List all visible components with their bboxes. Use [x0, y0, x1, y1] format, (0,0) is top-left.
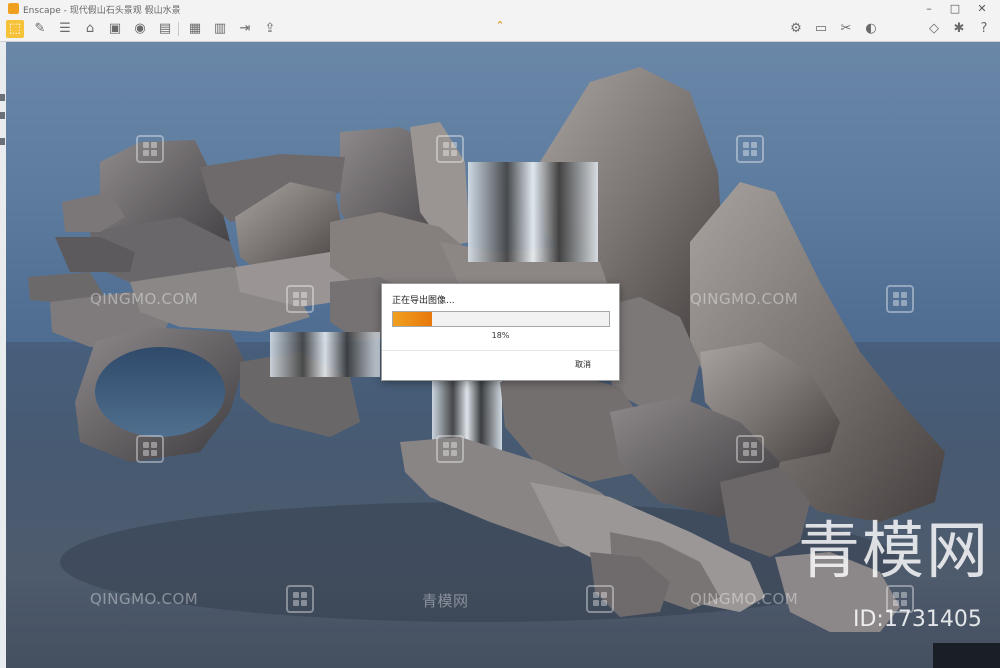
clip-icon[interactable]: ✂ [837, 20, 855, 38]
watermark-site: QINGMO.COM [690, 590, 799, 608]
select-icon[interactable]: ⬚ [6, 20, 24, 38]
watermark-icon [136, 135, 164, 163]
enscape-window: Enscape - 现代假山石头景观 假山水景 – □ ✕ ⬚ ✎ ☰ ⌂ ▣ … [0, 0, 1000, 668]
view-icon[interactable]: ◐ [862, 20, 880, 38]
progress-percent: 18% [491, 331, 510, 340]
taskbar-corner [933, 643, 1000, 668]
watermark-icon [886, 285, 914, 313]
gamepad-icon[interactable]: ⌂ [81, 20, 99, 38]
left-edge-panel [0, 42, 6, 668]
collapse-chevron-icon[interactable]: ⌃ [493, 19, 507, 33]
watermark-icon [286, 585, 314, 613]
minimize-button[interactable]: – [915, 0, 943, 18]
cancel-button[interactable]: 取消 [575, 359, 591, 370]
maximize-button[interactable]: □ [941, 0, 969, 18]
help-icon[interactable]: ? [975, 20, 993, 38]
feather-icon[interactable]: ✎ [31, 20, 49, 38]
video-icon[interactable]: ▥ [211, 20, 229, 38]
title-row: Enscape - 现代假山石头景观 假山水景 – □ ✕ [0, 0, 1000, 18]
watermark-site: QINGMO.COM [90, 590, 199, 608]
watermark-icon [286, 285, 314, 313]
watermark-icon [436, 435, 464, 463]
watermark-site: QINGMO.COM [690, 290, 799, 308]
enscape-logo-icon [8, 3, 19, 14]
progress-bar [392, 311, 610, 327]
watermark-icon [586, 585, 614, 613]
dialog-title: 正在导出图像... [392, 296, 455, 306]
batch-icon[interactable]: ⇪ [261, 20, 279, 38]
screenshot-icon[interactable]: ▤ [156, 20, 174, 38]
title-toolbar-bar: Enscape - 现代假山石头景观 假山水景 – □ ✕ ⬚ ✎ ☰ ⌂ ▣ … [0, 0, 1000, 42]
settings-icon[interactable]: ⚙ [787, 20, 805, 38]
camera-icon[interactable]: ◉ [131, 20, 149, 38]
capture-icon[interactable]: ▭ [812, 20, 830, 38]
dialog-divider [382, 350, 619, 351]
watermark-icon [736, 435, 764, 463]
watermark-site: QINGMO.COM [90, 290, 199, 308]
progress-fill [393, 312, 432, 326]
list-icon[interactable]: ☰ [56, 20, 74, 38]
close-button[interactable]: ✕ [968, 0, 996, 18]
export-icon[interactable]: ⇥ [236, 20, 254, 38]
watermark-site-cn: 青模网 [422, 592, 469, 610]
watermark-icon [136, 435, 164, 463]
panorama-icon[interactable]: ▦ [186, 20, 204, 38]
watermark-icon [736, 135, 764, 163]
toolbar-separator [178, 22, 179, 36]
export-progress-dialog: 正在导出图像... 18% 取消 [381, 283, 620, 381]
watermark-icon [436, 135, 464, 163]
gear-icon[interactable]: ✱ [950, 20, 968, 38]
home-icon[interactable]: ▣ [106, 20, 124, 38]
watermark-id: ID:1731405 [853, 607, 982, 632]
watermark-logo: 青模网 [798, 514, 991, 587]
asset-icon[interactable]: ◇ [925, 20, 943, 38]
window-title: Enscape - 现代假山石头景观 假山水景 [23, 6, 181, 16]
